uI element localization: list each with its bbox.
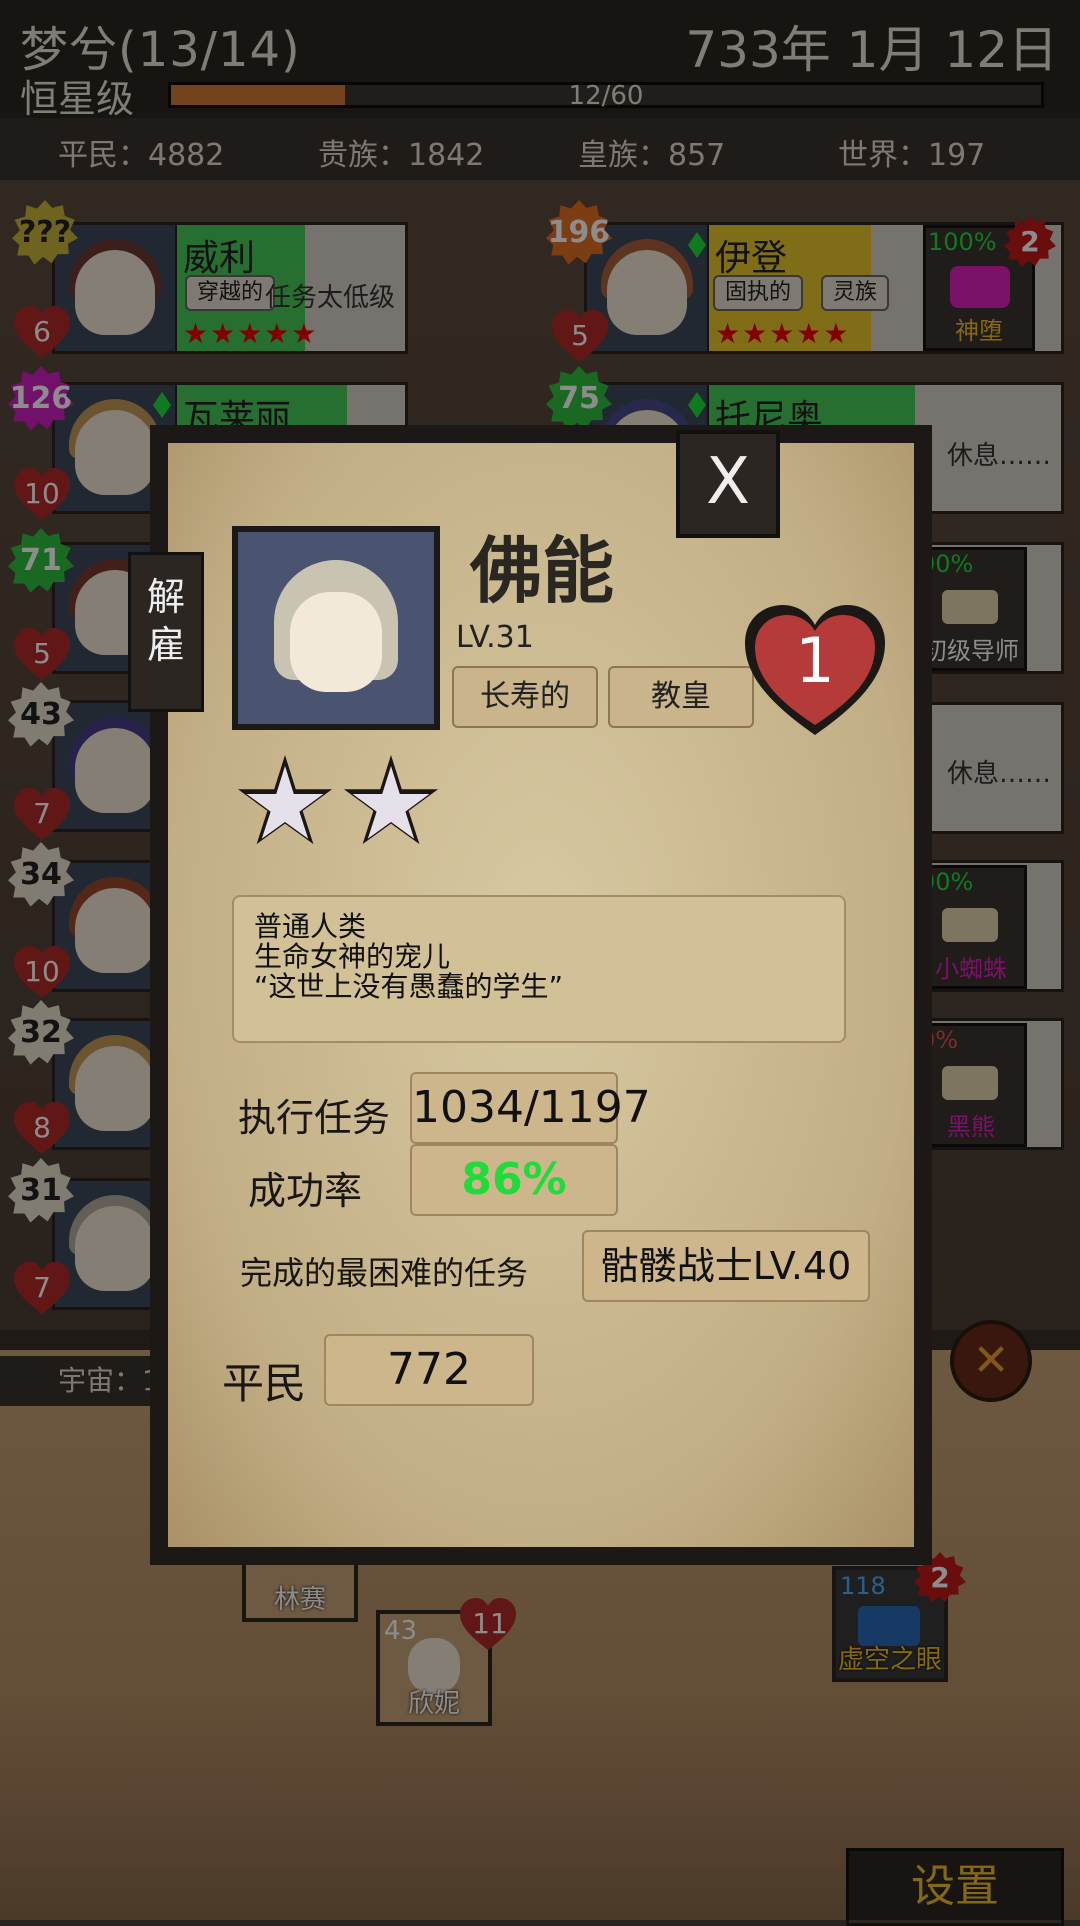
- success-rate-value: 86%: [410, 1144, 618, 1216]
- face-graphic: [290, 592, 382, 692]
- close-button[interactable]: X: [676, 430, 780, 538]
- hero-level: LV.31: [456, 620, 534, 655]
- success-rate-label: 成功率: [248, 1169, 363, 1213]
- tasks-label: 执行任务: [238, 1096, 391, 1140]
- hero-name-title: 佛能: [470, 529, 615, 613]
- class-label: 平民: [222, 1359, 307, 1408]
- description-line: “这世上没有愚蠢的学生”: [254, 970, 564, 1003]
- hero-description: 普通人类 生命女神的宠儿 “这世上没有愚蠢的学生”: [232, 895, 846, 1043]
- dismiss-hero-button[interactable]: 解雇: [128, 552, 204, 712]
- trait-tag: 长寿的: [452, 666, 598, 728]
- tasks-value: 1034/1197: [410, 1072, 651, 1144]
- loyalty-value: 1: [795, 624, 835, 697]
- hardest-task-label: 完成的最困难的任务: [240, 1254, 529, 1292]
- hardest-task-value: 骷髅战士LV.40: [582, 1230, 870, 1302]
- class-value: 772: [324, 1334, 534, 1406]
- hero-avatar: [232, 526, 440, 730]
- trait-tag: 教皇: [608, 666, 754, 728]
